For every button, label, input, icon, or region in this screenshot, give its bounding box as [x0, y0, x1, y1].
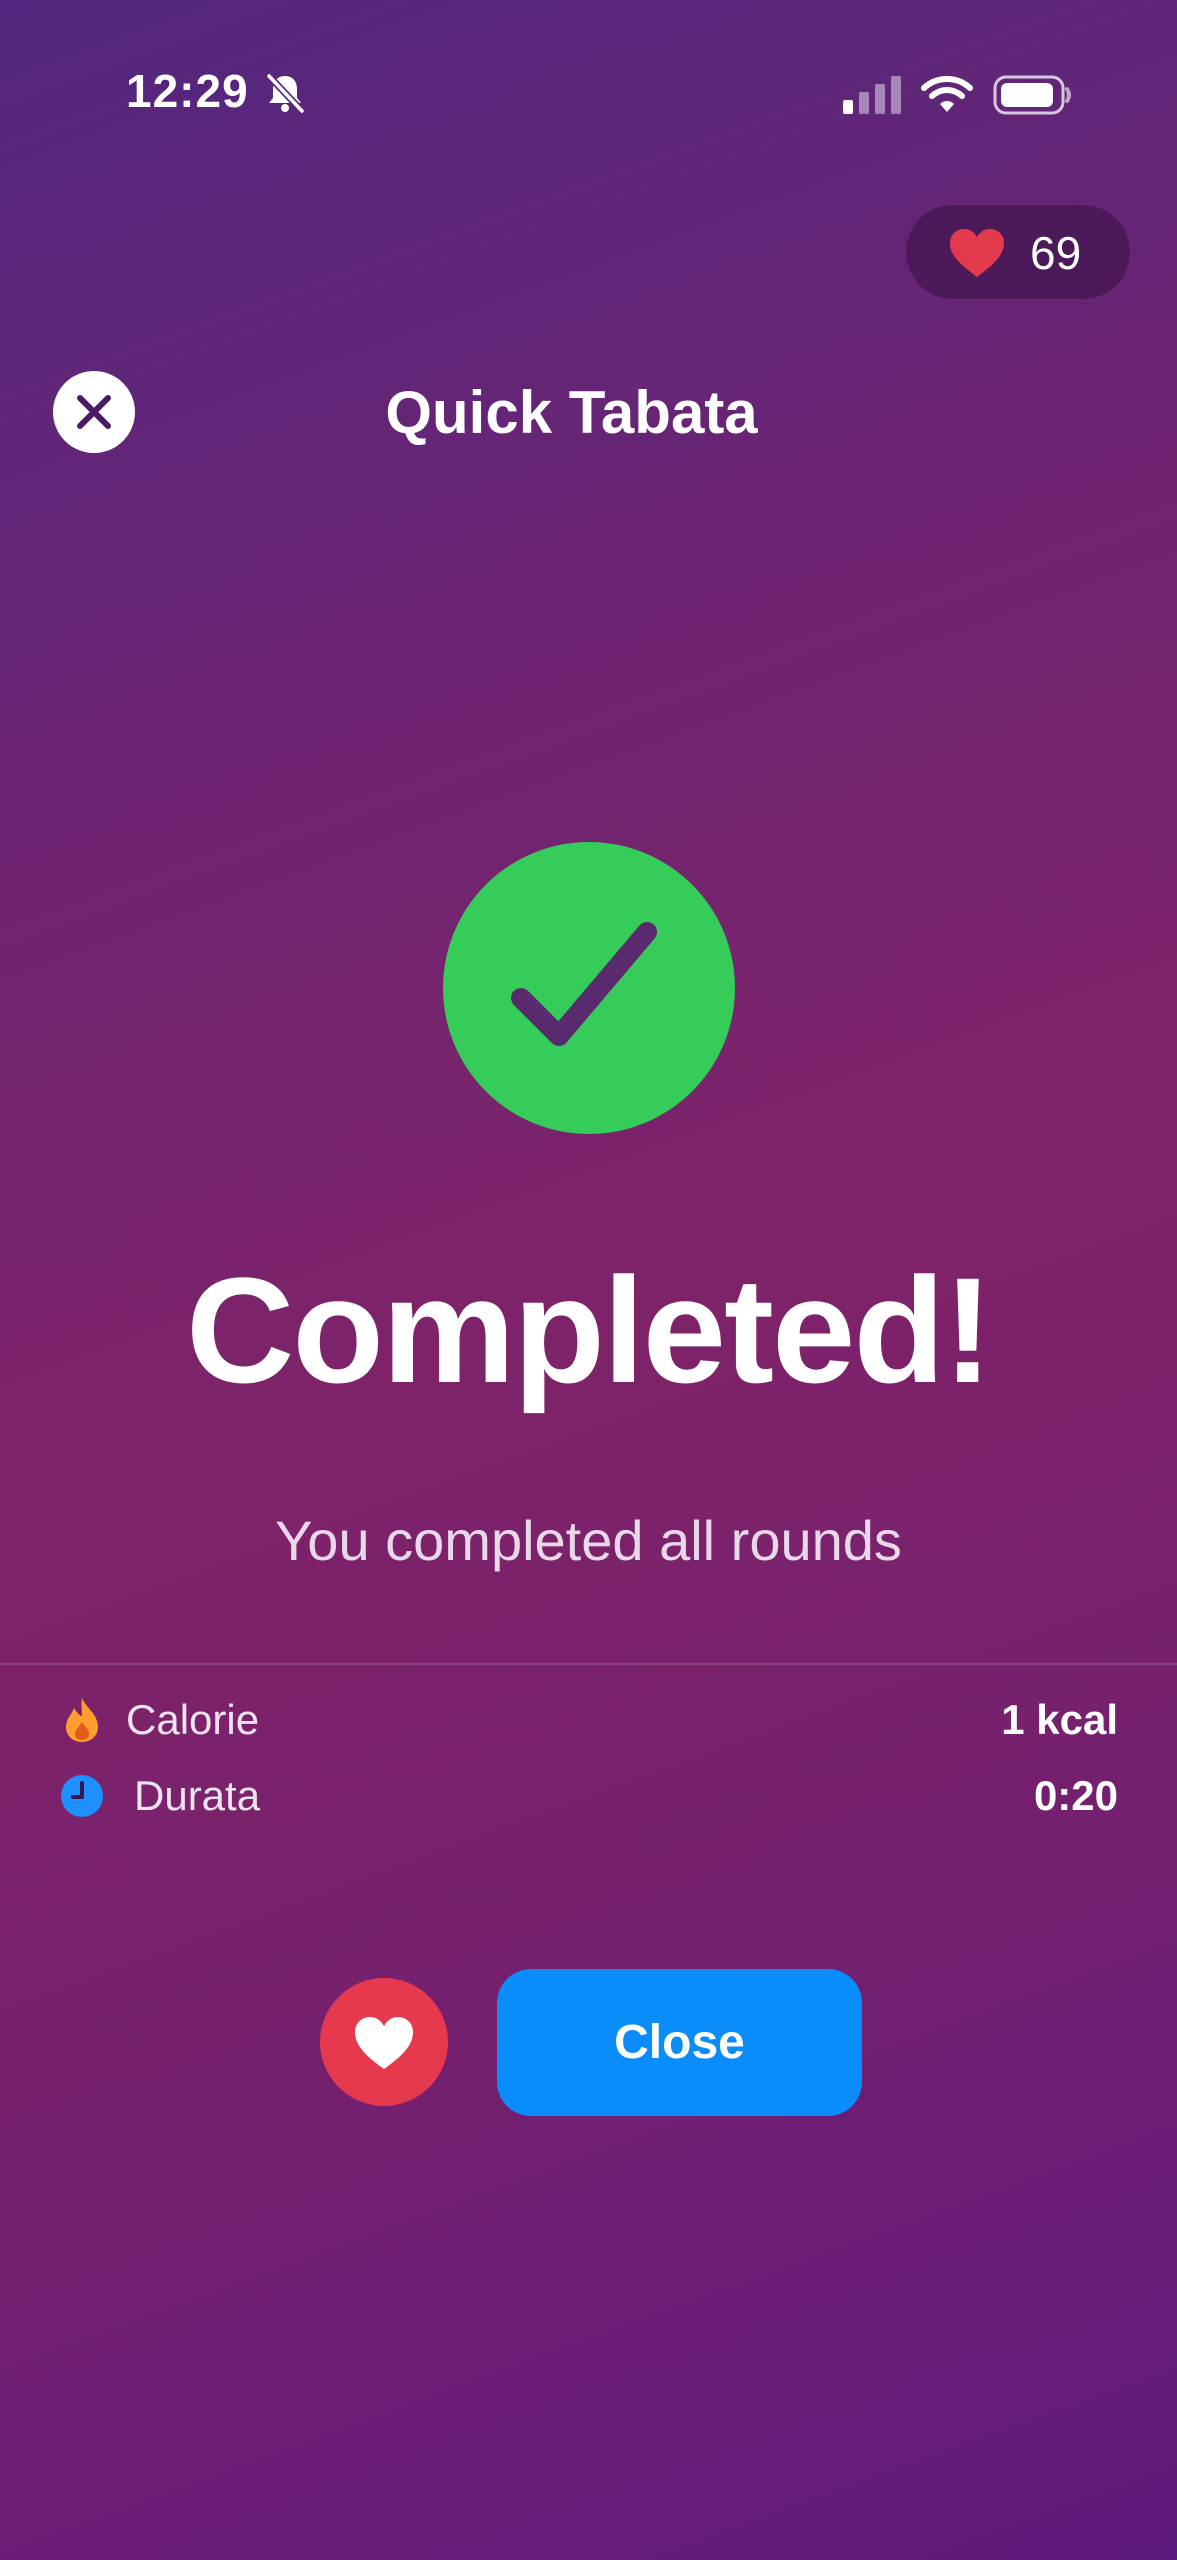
- stat-row-calories: Calorie 1 kcal: [60, 1690, 1118, 1750]
- stat-value: 0:20: [1033, 1772, 1118, 1819]
- flame-icon: [66, 1698, 98, 1742]
- favorite-button[interactable]: [320, 1978, 448, 2106]
- completion-headline: Completed!: [186, 1246, 993, 1414]
- hearts-counter: 69: [906, 205, 1130, 299]
- heart-icon: [355, 2017, 413, 2069]
- close-button[interactable]: Close: [497, 1969, 862, 2116]
- wifi-icon: [921, 76, 973, 112]
- bell-slash-icon: [266, 73, 305, 114]
- hearts-count: 69: [1030, 227, 1082, 279]
- stat-value: 1 kcal: [1001, 1696, 1118, 1743]
- stat-row-duration: Durata 0:20: [60, 1766, 1118, 1826]
- status-time: 12:29: [126, 65, 249, 117]
- stat-label: Calorie: [126, 1696, 260, 1743]
- divider: [0, 1663, 1177, 1665]
- cellular-signal-icon: [843, 76, 901, 114]
- stat-label: Durata: [134, 1772, 261, 1819]
- completion-subtitle: You completed all rounds: [275, 1509, 902, 1572]
- battery-icon: [993, 75, 1071, 115]
- page-title-container: Quick Tabata: [0, 377, 1177, 449]
- workout-complete-screen: 12:29 69 Quick Tabata Completed! You com…: [0, 0, 1177, 2560]
- page-title: Quick Tabata: [385, 379, 758, 446]
- success-badge: [443, 842, 735, 1134]
- heart-icon: [950, 229, 1004, 277]
- checkmark-icon: [511, 922, 657, 1046]
- clock-icon: [61, 1775, 103, 1817]
